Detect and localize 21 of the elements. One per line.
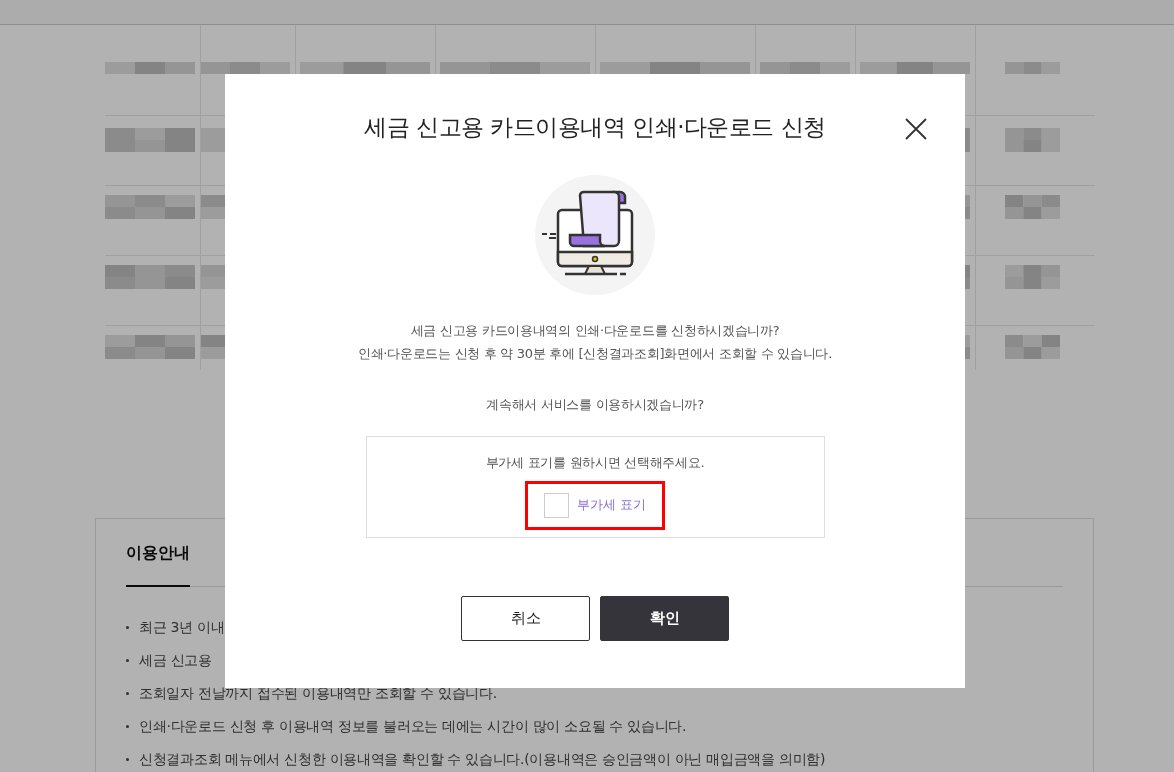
- guide-title: 이용안내: [126, 541, 190, 587]
- bullet-icon: [126, 659, 129, 662]
- bullet-icon: [126, 758, 129, 761]
- option-hint: 부가세 표기를 원하시면 선택해주세요.: [485, 454, 705, 472]
- guide-item: 세금 신고용: [139, 651, 212, 670]
- confirm-button[interactable]: 확인: [600, 596, 729, 641]
- checkbox[interactable]: [543, 492, 569, 518]
- guide-item: 인쇄·다운로드 신청 후 이용내역 정보를 불러오는 데에는 시간이 많이 소요될 수 있습니다.: [139, 717, 687, 736]
- dialog-message: 세금 신고용 카드이용내역의 인쇄·다운로드를 신청하시겠습니까? 인쇄·다운로드는 신청 후 약 30분 후에 [신청결과조회]화면에서 조회할 수 있습니다.: [357, 321, 832, 363]
- dialog-title: 세금 신고용 카드이용내역 인쇄·다운로드 신청: [364, 113, 826, 142]
- monitor-document-icon: [535, 174, 655, 295]
- guide-item: 최근 3년 이내: [139, 618, 225, 637]
- bullet-icon: [126, 626, 129, 629]
- bullet-icon: [126, 692, 129, 695]
- guide-item: 신청결과조회 메뉴에서 신청한 이용내역을 확인할 수 있습니다.(이용내역은 승인금액이 아닌 매입금액을 의미함): [139, 750, 826, 769]
- confirm-question: 계속해서 서비스를 이용하시겠습니까?: [486, 395, 704, 414]
- close-button[interactable]: [905, 116, 927, 138]
- guide-item: 조회일자 전날까지 접수된 이용내역만 조회할 수 있습니다.: [139, 684, 497, 703]
- cancel-button[interactable]: 취소: [461, 596, 590, 641]
- bullet-icon: [126, 725, 129, 728]
- checkbox-label[interactable]: 부가세 표기: [576, 495, 647, 515]
